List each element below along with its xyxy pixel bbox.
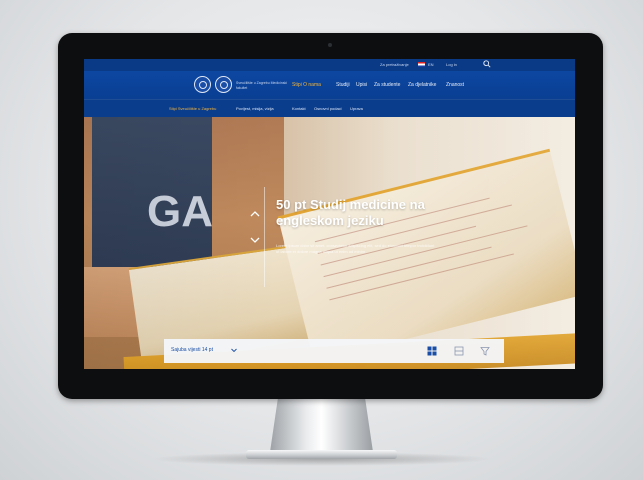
nav-item-za-studente[interactable]: Za studente (374, 82, 400, 88)
utility-bar: Za pretraživanje EN Log in (84, 59, 575, 71)
monitor-base (246, 450, 397, 459)
utility-link-language[interactable]: EN (428, 62, 434, 67)
grid-view-icon[interactable] (427, 346, 437, 356)
nav-item-upisi[interactable]: Upisi (356, 82, 367, 88)
subnav-item-kontakt[interactable]: Kontakt (292, 106, 306, 111)
product-photo-scene: Za pretraživanje EN Log in Sveučilište u… (0, 0, 643, 480)
news-dropdown-label[interactable]: Sajuba vijesti 14 pt (171, 347, 213, 353)
nav-item-o-nama[interactable]: Stipi O nama (292, 82, 321, 88)
faculty-logo-icon[interactable] (215, 76, 232, 93)
subnav-item-uprava[interactable]: Uprava (350, 106, 363, 111)
slider-divider (264, 187, 265, 287)
main-nav-bar: Sveučilište u Zagrebu Medicinski fakulte… (84, 71, 575, 99)
list-view-icon[interactable] (454, 346, 464, 356)
org-name: Sveučilište u Zagrebu Medicinski fakulte… (236, 81, 287, 90)
utility-link-search[interactable]: Za pretraživanje (380, 62, 409, 67)
hero-description: Lorem ipsum dolor sit amet, consectetur … (276, 243, 435, 254)
hero-title: 50 pt Studij medicine na engleskom jezik… (276, 197, 425, 228)
nav-item-za-djelatnike[interactable]: Za djelatnike (408, 82, 436, 88)
subnav-item-osnovni-podaci[interactable]: Osnovni podaci (314, 106, 342, 111)
subnav-item-sveuciliste[interactable]: Stipi Sveučilište u Zagrebu (169, 106, 216, 111)
nav-item-znanost[interactable]: Znanost (446, 82, 464, 88)
hero-banner: GA (84, 117, 575, 369)
webcam-dot (328, 43, 332, 47)
utility-link-login[interactable]: Log in (446, 62, 457, 67)
nav-item-studiji[interactable]: Studiji (336, 82, 350, 88)
sub-nav-bar: Stipi Sveučilište u Zagrebu Povijest, mi… (84, 99, 575, 117)
flag-icon[interactable] (418, 62, 425, 67)
search-icon[interactable] (483, 60, 491, 68)
news-filter-bar: Sajuba vijesti 14 pt (164, 339, 504, 363)
subnav-item-povijest[interactable]: Povijest, misija, vizija (236, 106, 274, 111)
monitor-bezel: Za pretraživanje EN Log in Sveučilište u… (58, 33, 603, 399)
chevron-down-icon[interactable] (231, 347, 237, 353)
university-seal-icon[interactable] (194, 76, 211, 93)
monitor-stand (270, 396, 373, 452)
chevron-up-icon[interactable] (250, 209, 260, 219)
filter-icon[interactable] (480, 346, 490, 356)
chevron-down-icon[interactable] (250, 235, 260, 245)
website-screen: Za pretraživanje EN Log in Sveučilište u… (84, 59, 575, 369)
